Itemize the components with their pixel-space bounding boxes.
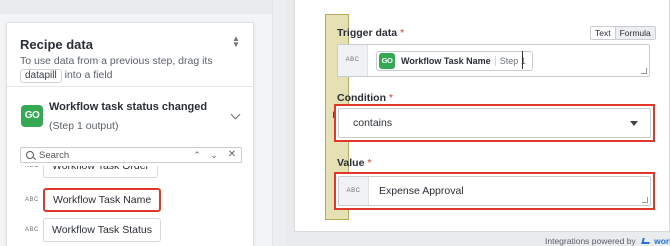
sort-icon[interactable]: ▲ ▼ xyxy=(231,35,241,50)
abc-type-tag: ABC xyxy=(25,166,39,169)
chevron-up-icon[interactable]: ⌃ xyxy=(191,148,203,162)
workato-logo-icon xyxy=(641,238,651,244)
datapill-workflow-task-status[interactable]: Workflow Task Status xyxy=(43,218,161,242)
abc-type-tag: ABC xyxy=(25,227,39,233)
toggle-text-option[interactable]: Text xyxy=(591,27,616,39)
recipe-data-title: Recipe data xyxy=(20,37,93,52)
recipe-data-panel: Recipe data ▲ ▼ To use data from a previo… xyxy=(6,22,254,246)
chevron-down-icon[interactable]: ⌄ xyxy=(208,148,220,162)
canvas-top-strip xyxy=(0,0,272,14)
datapill-name: Workflow Task Name xyxy=(401,56,491,66)
footer-text: Integrations powered by xyxy=(545,236,636,246)
condition-select[interactable]: contains xyxy=(338,108,651,138)
resize-handle-icon[interactable] xyxy=(641,68,647,74)
trigger-data-label: Trigger data * xyxy=(337,27,404,39)
footer-brand[interactable]: workato xyxy=(654,236,670,246)
panel-divider xyxy=(272,0,273,246)
step-title: Workflow task status changed xyxy=(49,101,208,113)
resize-handle-icon[interactable] xyxy=(642,197,648,203)
value-label: Value * xyxy=(337,157,371,169)
footer-credit: Integrations powered by workato xyxy=(545,236,670,246)
datapill-in-field[interactable]: GO Workflow Task Name Step 1 xyxy=(376,51,533,71)
toggle-formula-option[interactable]: Formula xyxy=(615,27,655,39)
condition-highlight: contains xyxy=(334,104,655,142)
condition-label-text: Condition xyxy=(337,92,386,104)
value-input[interactable]: ABC Expense Approval xyxy=(338,176,651,206)
app-logo-icon: GO xyxy=(21,105,43,127)
trigger-data-input[interactable]: ABC GO Workflow Task Name Step 1 xyxy=(337,44,650,77)
search-field[interactable]: ⌃ ⌄ ✕ xyxy=(20,147,242,163)
recipe-data-subtitle: To use data from a previous step, drag i… xyxy=(20,54,235,83)
subtitle-text-after: into a field xyxy=(64,69,113,81)
datapill-workflow-task-name[interactable]: Workflow Task Name xyxy=(43,188,162,212)
condition-selected-value: contains xyxy=(353,117,393,129)
pill-row-clipped: ABC Workflow Task Order xyxy=(7,166,253,178)
value-label-text: Value xyxy=(337,157,365,169)
search-input[interactable] xyxy=(39,149,159,161)
abc-type-tag: ABC xyxy=(338,45,368,76)
step-subtitle: (Step 1 output) xyxy=(49,120,119,132)
app-logo-icon: GO xyxy=(379,53,395,69)
search-icon xyxy=(26,151,34,159)
datapill-example: datapill xyxy=(20,69,62,83)
pill-row: ABC Workflow Task Status xyxy=(7,218,253,242)
required-marker: * xyxy=(388,92,393,104)
trigger-data-label-text: Trigger data xyxy=(337,27,398,39)
text-cursor xyxy=(522,51,523,69)
text-formula-toggle[interactable]: Text Formula xyxy=(590,26,656,40)
caret-down-icon xyxy=(630,121,638,126)
abc-type-tag: ABC xyxy=(339,177,369,205)
value-highlight: ABC Expense Approval xyxy=(334,172,655,210)
abc-type-tag: ABC xyxy=(25,197,39,203)
chevron-down-icon[interactable] xyxy=(230,109,241,120)
required-marker: * xyxy=(367,157,372,169)
recipe-data-header: Recipe data ▲ ▼ To use data from a previo… xyxy=(7,23,253,87)
value-text: Expense Approval xyxy=(379,185,464,197)
pill-row: ABC Workflow Task Name xyxy=(7,188,253,212)
clear-icon[interactable]: ✕ xyxy=(226,148,238,162)
subtitle-text-before: To use data from a previous step, drag i… xyxy=(20,55,213,67)
required-marker: * xyxy=(400,27,405,39)
datapill-workflow-task-order[interactable]: Workflow Task Order xyxy=(43,166,159,178)
condition-label: Condition * xyxy=(337,92,393,104)
